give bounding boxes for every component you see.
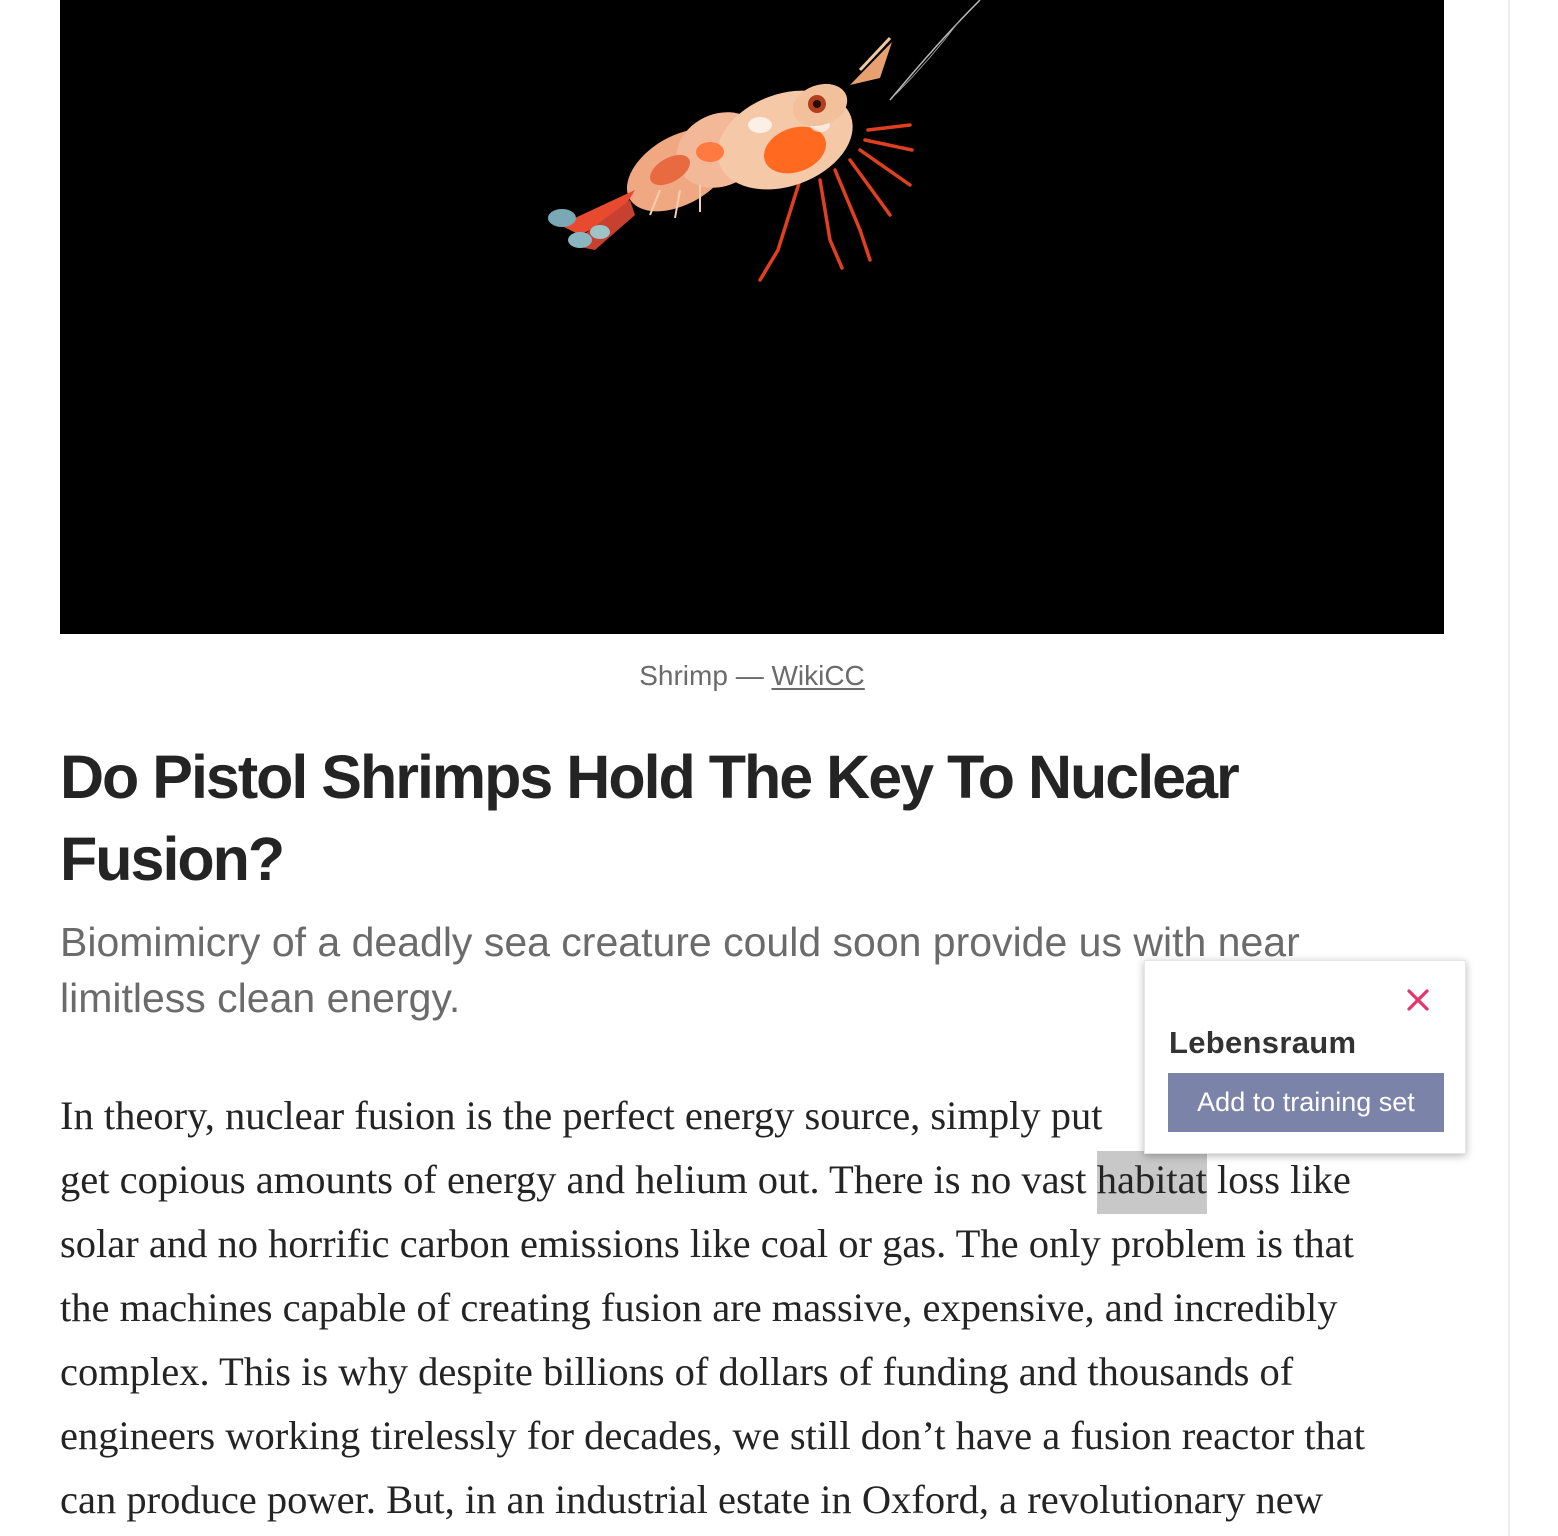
image-caption: Shrimp — WikiCC bbox=[60, 656, 1444, 696]
caption-source-link[interactable]: WikiCC bbox=[771, 660, 864, 691]
caption-text: Shrimp — bbox=[639, 660, 772, 691]
highlighted-word[interactable]: habitat bbox=[1096, 1151, 1207, 1214]
body-line: solar and no horrific carbon emissions l… bbox=[60, 1221, 1354, 1266]
close-button[interactable] bbox=[1403, 985, 1433, 1015]
body-line: can produce power. But, in an industrial… bbox=[60, 1477, 1324, 1522]
translation-popup: Lebensraum Add to training set bbox=[1144, 960, 1466, 1154]
translated-word: Lebensraum bbox=[1169, 1025, 1357, 1060]
article-title: Do Pistol Shrimps Hold The Key To Nuclea… bbox=[60, 743, 1240, 893]
body-line: complex. This is why despite billions of… bbox=[60, 1349, 1294, 1394]
hero-image bbox=[60, 0, 1444, 634]
page-right-border bbox=[1508, 0, 1510, 1536]
close-icon bbox=[1407, 989, 1429, 1011]
shrimp-illustration-icon bbox=[548, 0, 981, 282]
body-line-with-highlight: get copious amounts of energy and helium… bbox=[60, 1148, 1440, 1214]
body-line: engineers working tirelessly for decades… bbox=[60, 1413, 1365, 1458]
body-line: the machines capable of creating fusion … bbox=[60, 1285, 1338, 1330]
body-line-prefix: get copious amounts of energy and helium… bbox=[60, 1157, 1097, 1202]
body-line-suffix: loss like bbox=[1206, 1157, 1351, 1202]
add-to-training-set-button[interactable]: Add to training set bbox=[1168, 1073, 1444, 1132]
